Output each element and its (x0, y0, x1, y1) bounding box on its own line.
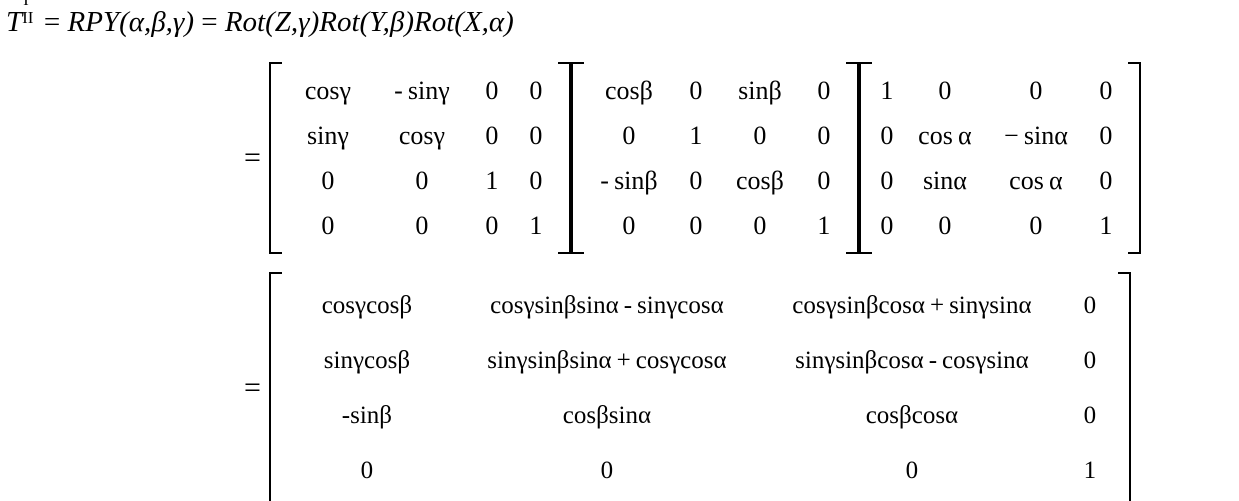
matrix-cell: cosβsinα (562, 402, 652, 429)
matrix-cell: sinγ (307, 120, 349, 150)
matrix-cell: 0 (1029, 210, 1043, 240)
matrix-grid: 1 0 0 0 0 cos α − sinα 0 0 sinα cos α 0 … (872, 68, 1128, 248)
factor-rot-y: Rot(Y,β) (319, 6, 414, 38)
equals-sign-1: = (43, 6, 61, 38)
matrix-cell: cos α (918, 120, 972, 150)
equation-row-1: = cosγ - sinγ 0 0 sinγ cosγ 0 0 0 0 1 0 … (244, 62, 1141, 254)
equals-sign-2: = (201, 6, 218, 38)
matrix-cell: 0 (689, 75, 703, 105)
matrix-grid: cosγ - sinγ 0 0 sinγ cosγ 0 0 0 0 1 0 0 … (282, 68, 558, 248)
bracket-left (268, 62, 282, 254)
matrix-cell: 0 (1083, 402, 1097, 429)
bracket-right (845, 62, 859, 254)
matrix-cell: 0 (415, 210, 429, 240)
rpy-label: RPY (67, 6, 120, 38)
matrix-cell: 0 (817, 165, 831, 195)
matrix-cell: 0 (1029, 75, 1043, 105)
matrix-cell: 0 (415, 165, 429, 195)
definition-line: TIII = RPY(α,β,γ) = Rot(Z,γ)Rot(Y,β)Rot(… (6, 0, 514, 38)
matrix-cell: -sinβ (341, 402, 393, 429)
matrix-cell: sinγcosβ (323, 347, 411, 374)
bracket-left (268, 272, 282, 501)
matrix-cell: 1 (529, 210, 543, 240)
matrix-cell: sinγsinβcosα - cosγsinα (795, 347, 1029, 374)
matrix-cell: 0 (600, 457, 614, 484)
matrix-cell: 0 (753, 210, 767, 240)
matrix-cell: 0 (1099, 165, 1113, 195)
rpy-arguments: (α,β,γ) (119, 6, 194, 38)
equation-row-2: = cosγcosβ cosγsinβsinα - sinγcosα cosγs… (244, 272, 1131, 501)
matrix-cell: 0 (360, 457, 374, 484)
bracket-right (1117, 272, 1131, 501)
matrix-cell: 0 (622, 120, 636, 150)
matrix-cell: cosγ (398, 120, 445, 150)
matrix-cell: cosβ (735, 165, 784, 195)
bracket-right (557, 62, 571, 254)
matrix-cell: cosγ (304, 75, 351, 105)
equation-page: TIII = RPY(α,β,γ) = Rot(Z,γ)Rot(Y,β)Rot(… (0, 0, 1239, 501)
matrix-grid: cosβ 0 sinβ 0 0 1 0 0 - sinβ 0 cosβ 0 0 … (584, 68, 846, 248)
matrix-cell: 0 (753, 120, 767, 150)
matrix-cell: 0 (905, 457, 919, 484)
matrix-rpy-result: cosγcosβ cosγsinβsinα - sinγcosα cosγsin… (268, 272, 1131, 501)
matrix-cell: sinα (922, 165, 967, 195)
matrix-cell: − sinα (1004, 120, 1068, 150)
lhs-subscript: II (22, 8, 34, 28)
matrix-cell: 0 (817, 120, 831, 150)
matrix-cell: 0 (1083, 347, 1097, 374)
matrix-cell: 0 (622, 210, 636, 240)
matrix-cell: 1 (485, 165, 499, 195)
matrix-cell: 0 (880, 120, 894, 150)
matrix-rot-z-gamma: cosγ - sinγ 0 0 sinγ cosγ 0 0 0 0 1 0 0 … (268, 62, 571, 254)
matrix-rot-y-beta: cosβ 0 sinβ 0 0 1 0 0 - sinβ 0 cosβ 0 0 … (570, 62, 859, 254)
matrix-cell: 0 (529, 120, 543, 150)
matrix-cell: 0 (938, 210, 952, 240)
matrix-cell: 0 (321, 165, 335, 195)
matrix-cell: cosβcosα (865, 402, 959, 429)
bracket-left (570, 62, 584, 254)
matrix-rot-x-alpha: 1 0 0 0 0 cos α − sinα 0 0 sinα cos α 0 … (858, 62, 1141, 254)
matrix-cell: sinγsinβsinα + cosγcosα (487, 347, 727, 374)
matrix-cell: 1 (1083, 457, 1097, 484)
equation1-equals: = (244, 141, 261, 174)
bracket-left (858, 62, 872, 254)
matrix-cell: 1 (817, 210, 831, 240)
matrix-cell: 0 (485, 75, 499, 105)
matrix-cell: 0 (817, 75, 831, 105)
matrix-cell: 0 (689, 210, 703, 240)
matrix-cell: 0 (880, 165, 894, 195)
factor-rot-z: Rot(Z,γ) (224, 6, 320, 38)
matrix-cell: cosγsinβsinα - sinγcosα (490, 292, 724, 319)
matrix-cell: 0 (529, 165, 543, 195)
matrix-cell: 0 (1083, 292, 1097, 319)
matrix-cell: cosγcosβ (321, 292, 413, 319)
matrix-cell: 0 (485, 120, 499, 150)
matrix-cell: 0 (1099, 75, 1113, 105)
matrix-cell: 0 (1099, 120, 1113, 150)
matrix-cell: 1 (1099, 210, 1113, 240)
matrix-cell: cosβ (604, 75, 653, 105)
matrix-cell: cos α (1009, 165, 1063, 195)
matrix-cell: sinβ (738, 75, 782, 105)
equation2-equals: = (244, 371, 261, 404)
matrix-cell: 0 (689, 165, 703, 195)
matrix-cell: - sinβ (600, 165, 658, 195)
factor-rot-x: Rot(X,α) (414, 6, 514, 38)
lhs-symbol: T (6, 6, 23, 38)
matrix-cell: 0 (880, 210, 894, 240)
matrix-product: cosγ - sinγ 0 0 sinγ cosγ 0 0 0 0 1 0 0 … (268, 62, 1141, 254)
matrix-cell: 0 (321, 210, 335, 240)
matrix-cell: 0 (938, 75, 952, 105)
matrix-cell: 0 (485, 210, 499, 240)
bracket-right (1127, 62, 1141, 254)
matrix-cell: 0 (529, 75, 543, 105)
matrix-cell: 1 (880, 75, 894, 105)
matrix-cell: cosγsinβcosα + sinγsinα (792, 292, 1032, 319)
matrix-cell: 1 (689, 120, 703, 150)
matrix-cell: - sinγ (394, 75, 450, 105)
matrix-grid: cosγcosβ cosγsinβsinα - sinγcosα cosγsin… (282, 278, 1118, 498)
